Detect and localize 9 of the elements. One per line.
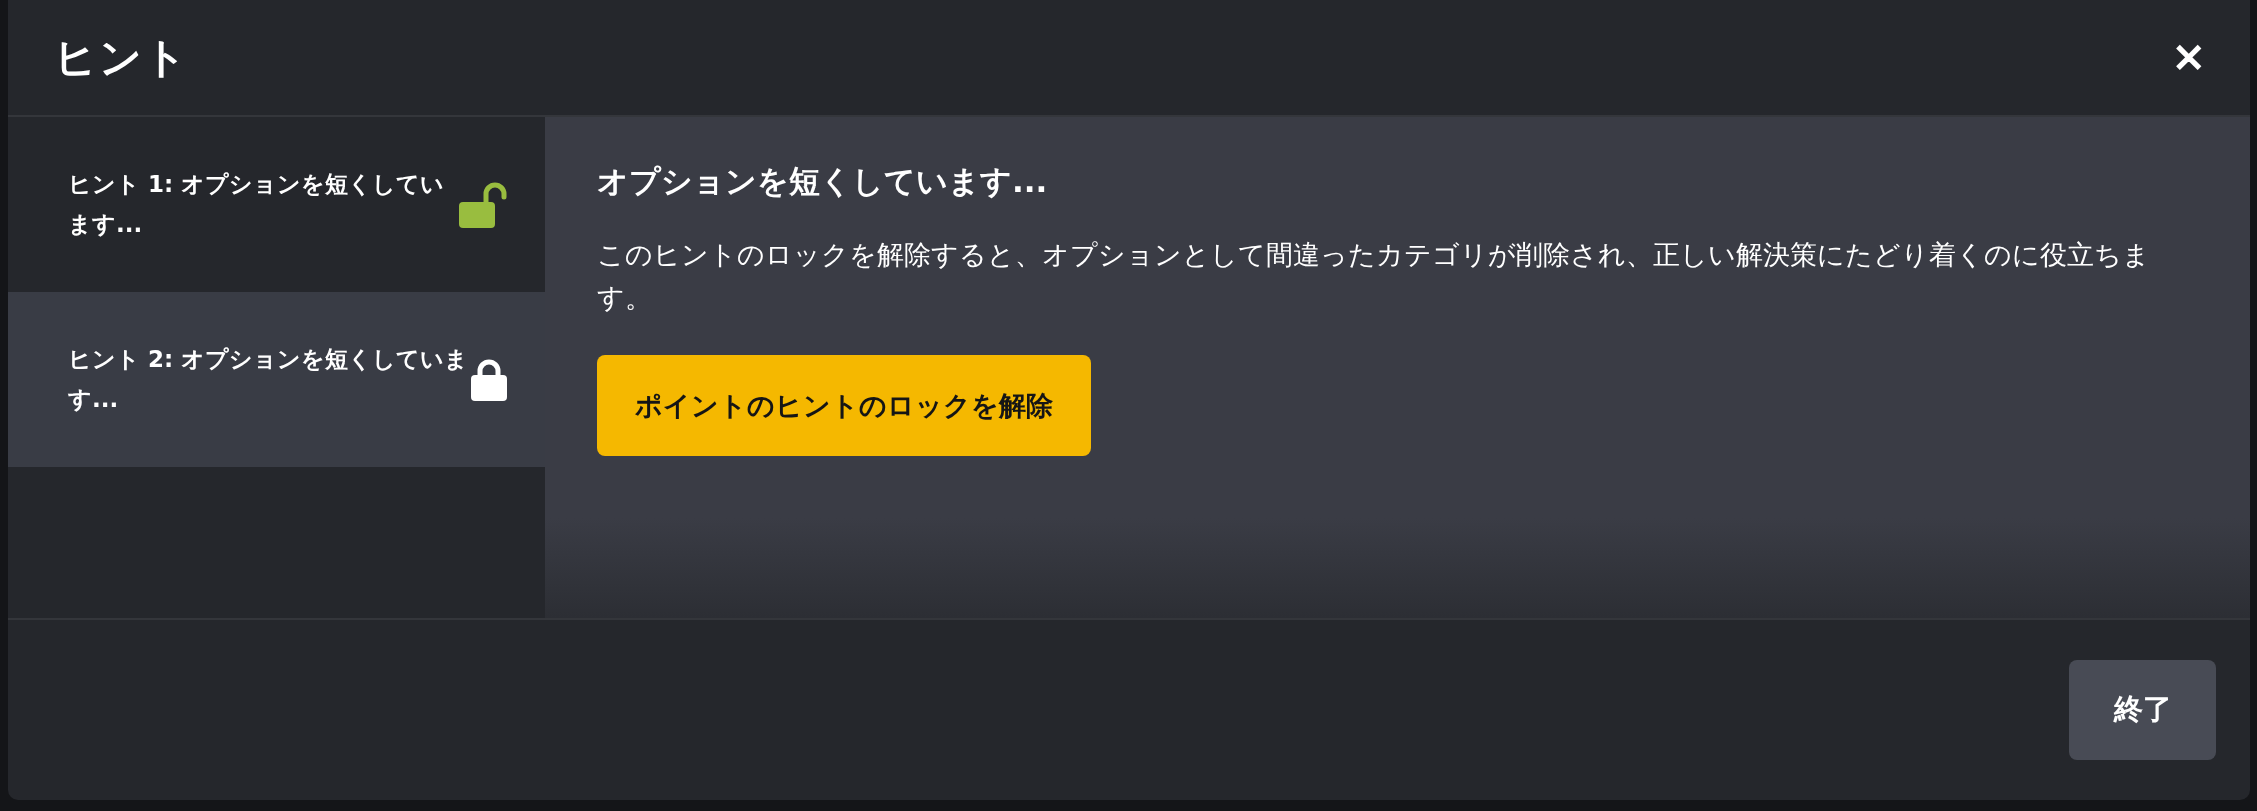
unlock-hint-button[interactable]: ポイントのヒントのロックを解除 <box>597 355 1091 457</box>
hint-tab[interactable]: ヒント 2: オプションを短くしています... <box>8 292 545 467</box>
dialog-title: ヒント <box>54 31 189 84</box>
unlocked-padlock-icon <box>459 181 507 228</box>
hint-heading: オプションを短くしています... <box>597 162 1048 201</box>
finish-button[interactable]: 終了 <box>2069 660 2216 760</box>
padlock-icon <box>471 358 507 401</box>
hint-description: このヒントのロックを解除すると、オプションとして間違ったカテゴリが削除され、正しい解決策にたどり着くのに役立ちます。 <box>597 238 2151 316</box>
close-button[interactable]: ✕ <box>2162 30 2216 85</box>
